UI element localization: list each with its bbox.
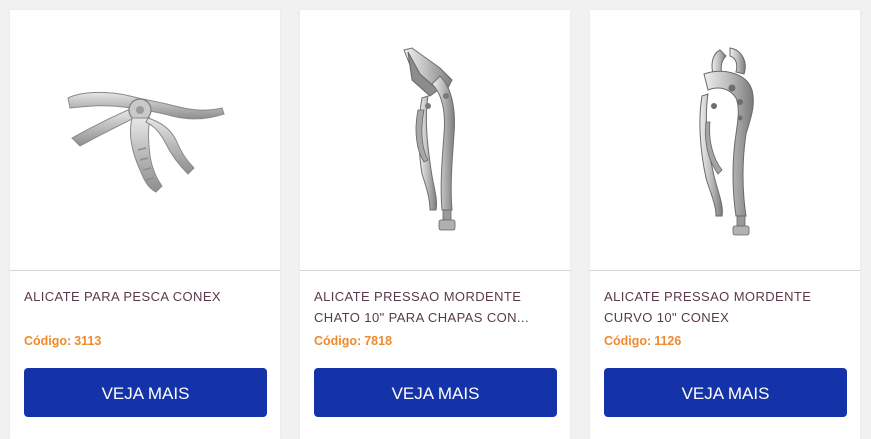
product-card[interactable]: ALICATE PARA PESCA CONEX Código: 3113 VEJ…	[10, 10, 280, 439]
product-image[interactable]	[590, 10, 860, 270]
product-code: Código: 1126	[604, 334, 681, 348]
product-code-value: 1126	[654, 334, 682, 348]
veja-mais-button[interactable]: VEJA MAIS	[314, 368, 557, 417]
fishing-pliers-icon	[67, 91, 225, 193]
veja-mais-button[interactable]: VEJA MAIS	[24, 368, 267, 417]
product-code-label: Código:	[24, 334, 72, 348]
curved-locking-pliers-icon	[699, 47, 754, 236]
product-card[interactable]: ALICATE PRESSAO MORDENTE CURVO 10" CONEX…	[590, 10, 860, 439]
product-title[interactable]: ALICATE PRESSAO MORDENTE CURVO 10" CONEX	[604, 286, 844, 328]
veja-mais-button[interactable]: VEJA MAIS	[604, 368, 847, 417]
card-divider	[300, 270, 570, 271]
flat-locking-pliers-icon	[403, 47, 456, 231]
product-image[interactable]	[10, 10, 280, 270]
product-code-value: 3113	[74, 334, 102, 348]
product-code-label: Código:	[604, 334, 652, 348]
card-divider	[590, 270, 860, 271]
product-code-value: 7818	[364, 334, 393, 348]
product-title[interactable]: ALICATE PARA PESCA CONEX	[24, 286, 264, 307]
product-code: Código: 3113	[24, 334, 101, 348]
product-card[interactable]: ALICATE PRESSAO MORDENTE CHATO 10" PARA …	[300, 10, 570, 439]
product-title[interactable]: ALICATE PRESSAO MORDENTE CHATO 10" PARA …	[314, 286, 554, 328]
card-divider	[10, 270, 280, 271]
product-code: Código: 7818	[314, 334, 392, 348]
product-image[interactable]	[300, 10, 570, 270]
product-code-label: Código:	[314, 334, 362, 348]
